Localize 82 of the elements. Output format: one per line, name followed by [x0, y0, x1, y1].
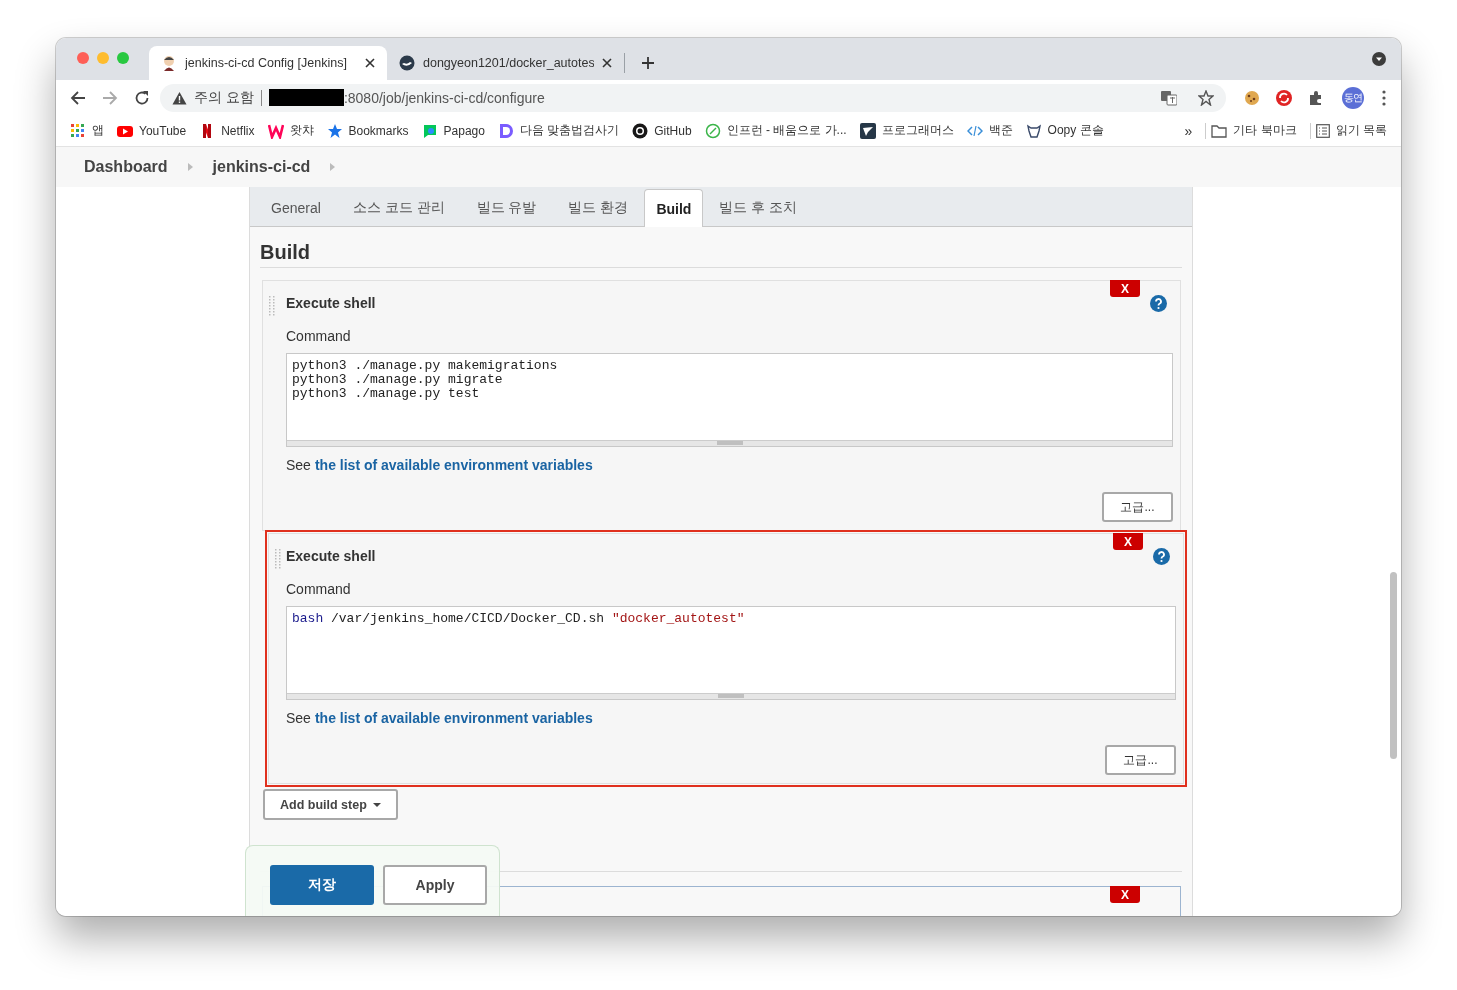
field-label: Command — [286, 328, 352, 344]
help-icon[interactable] — [1153, 548, 1170, 565]
code-line: python3 ./manage.py migrate — [292, 373, 503, 387]
config-tab[interactable]: Build — [644, 189, 704, 227]
scrollbar-thumb[interactable] — [1390, 572, 1397, 759]
breadcrumb-link[interactable]: jenkins-ci-cd — [212, 158, 311, 176]
delete-button[interactable]: X — [1110, 886, 1140, 903]
config-tab[interactable]: 소스 코드 관리 — [336, 190, 461, 226]
folder-icon — [1211, 123, 1228, 138]
address-bar[interactable]: 주의 요함 :8080/job/jenkins-ci-cd/configure — [160, 83, 1226, 112]
warning-icon — [172, 90, 187, 105]
browser-tab[interactable]: dongyeon1201/docker_autotes — [387, 53, 625, 73]
tab-search-icon[interactable] — [1371, 51, 1387, 67]
section-heading: Build — [260, 227, 1182, 268]
new-tab-icon[interactable] — [641, 56, 655, 70]
sync-icon[interactable] — [1276, 89, 1292, 106]
overflow-chevron[interactable]: » — [1184, 122, 1193, 139]
apps-icon — [70, 122, 86, 139]
url-text: :8080/job/jenkins-ci-cd/configure — [343, 89, 545, 106]
bookmark[interactable]: 기타 북마크 — [1211, 122, 1297, 139]
command-field[interactable]: python3 ./manage.py makemigrations python3 ./manage.py migrate python3 ./manage.py test — [286, 353, 1173, 447]
close-icon[interactable] — [602, 58, 612, 68]
code-line: bash /var/jenkins_home/CICD/Docker_CD.sh "docker_autotest" — [292, 612, 745, 626]
drag-handle-icon[interactable] — [274, 548, 282, 570]
breadcrumb-link[interactable]: Dashboard — [84, 158, 168, 176]
star-icon — [326, 122, 343, 139]
profile-avatar[interactable]: 동연 — [1342, 86, 1364, 109]
bookmark[interactable]: GitHub — [632, 122, 692, 139]
list-icon — [1315, 123, 1330, 138]
close-icon[interactable] — [365, 58, 375, 68]
field-label: Command — [286, 581, 352, 597]
help-icon[interactable] — [1150, 295, 1167, 312]
step-title: Execute shell — [286, 548, 376, 564]
config-tab[interactable]: 빌드 유발 — [460, 190, 553, 226]
help-text: See — [286, 457, 311, 473]
reload-icon[interactable] — [134, 89, 150, 106]
delete-button[interactable]: X — [1113, 533, 1143, 550]
star-icon[interactable] — [1198, 89, 1214, 106]
security-warning[interactable]: 주의 요함 — [194, 88, 254, 107]
bookmark[interactable]: 백준 — [966, 122, 1013, 139]
bookmark[interactable]: 왓챠 — [267, 122, 314, 139]
bookmark[interactable]: Bookmarks — [326, 122, 409, 139]
bookmark[interactable]: 인프런 - 배움으로 가... — [704, 122, 847, 139]
command-field[interactable]: bash /var/jenkins_home/CICD/Docker_CD.sh "docker_autotest" — [286, 606, 1176, 700]
bookmark[interactable]: Papago — [421, 122, 485, 139]
bookmark[interactable]: YouTube — [117, 122, 187, 139]
step-title: Execute shell — [286, 295, 376, 311]
help-link[interactable]: the list of available environment variables — [314, 457, 593, 473]
window-control-icon — [117, 52, 129, 64]
help-link[interactable]: the list of available environment variables — [314, 710, 593, 726]
save-button[interactable]: 저장 — [270, 865, 374, 905]
window-control-icon — [97, 52, 109, 64]
caret-icon — [372, 802, 381, 807]
more-icon[interactable] — [1382, 89, 1386, 106]
window-control-icon — [77, 52, 89, 64]
speech-bubble-icon — [421, 122, 438, 139]
code-line: python3 ./manage.py test — [292, 387, 480, 401]
bookmark[interactable]: 읽기 목록 — [1315, 122, 1387, 139]
browser-tab[interactable]: jenkins-ci-cd Config [Jenkins] — [149, 46, 387, 80]
zigzag-icon — [267, 122, 284, 139]
resize-grip-icon[interactable] — [718, 694, 744, 698]
bookmark[interactable]: 앱 — [70, 122, 104, 139]
translate-icon[interactable] — [1161, 89, 1177, 106]
cookie-icon[interactable] — [1244, 89, 1260, 106]
advanced-button[interactable]: 고급... — [1105, 745, 1176, 775]
add-build-step-button[interactable]: Add build step — [263, 789, 398, 820]
config-tab[interactable]: 빌드 후 조치 — [703, 190, 814, 226]
bookmark[interactable]: 프로그래머스 — [859, 122, 954, 139]
advanced-button[interactable]: 고급... — [1102, 492, 1173, 522]
help-text: See — [286, 710, 311, 726]
code-line: python3 ./manage.py makemigrations — [292, 359, 558, 373]
back-icon[interactable] — [70, 89, 86, 106]
delete-button[interactable]: X — [1110, 280, 1140, 297]
config-tab[interactable]: 빌드 환경 — [552, 190, 645, 226]
drag-handle-icon[interactable] — [268, 295, 276, 317]
bookmark[interactable]: Netflix — [199, 122, 255, 139]
apply-button[interactable]: Apply — [383, 865, 487, 905]
extensions-icon[interactable] — [1308, 89, 1324, 106]
bookmark[interactable]: Oopy 콘솔 — [1025, 122, 1104, 139]
bookmark[interactable]: 다음 맞춤법검사기 — [497, 122, 620, 139]
resize-grip-icon[interactable] — [716, 441, 743, 445]
config-tab[interactable]: General — [255, 190, 337, 226]
